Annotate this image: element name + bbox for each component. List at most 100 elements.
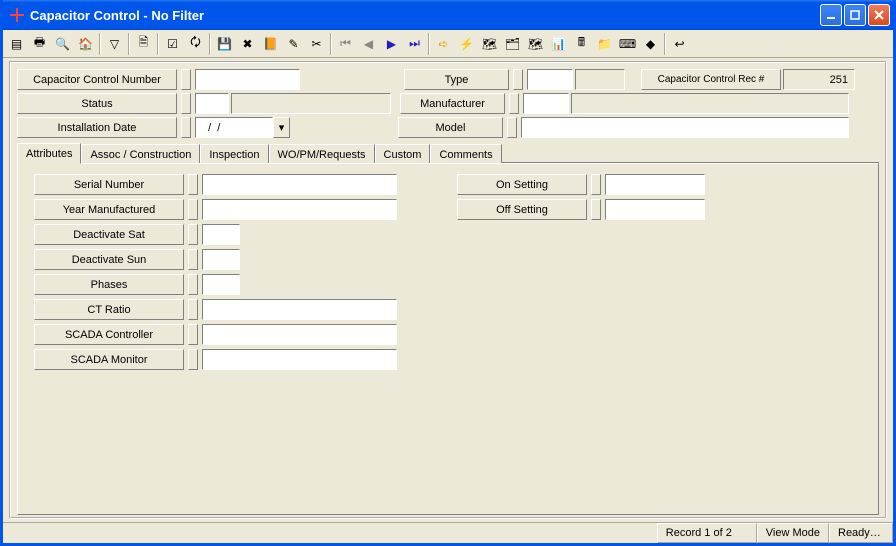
- display-type-name: [575, 69, 625, 90]
- label-phases: Phases: [34, 274, 184, 295]
- tab-comments[interactable]: Comments: [430, 144, 501, 164]
- toolbar-home-dd-icon[interactable]: 🏠: [74, 33, 97, 55]
- status-mode: View Mode: [757, 523, 829, 543]
- close-button[interactable]: [868, 4, 890, 26]
- input-scada-controller[interactable]: [202, 324, 397, 345]
- toolbar-map2-icon[interactable]: 🗺: [524, 33, 547, 55]
- input-scada-monitor[interactable]: [202, 349, 397, 370]
- tab-custom[interactable]: Custom: [375, 144, 431, 164]
- toolbar-cut-icon[interactable]: ✂: [305, 33, 328, 55]
- toolbar-form-icon[interactable]: ☑: [161, 33, 184, 55]
- input-serial-number[interactable]: [202, 174, 397, 195]
- lookup-button[interactable]: [188, 274, 198, 295]
- toolbar-help-icon[interactable]: ◆: [639, 33, 662, 55]
- input-year-manufactured[interactable]: [202, 199, 397, 220]
- main-frame: Capacitor Control Number Type Capacitor …: [9, 61, 887, 519]
- label-status: Status: [17, 93, 177, 114]
- input-capacitor-control-number[interactable]: [195, 69, 300, 90]
- toolbar-refresh-icon[interactable]: 🗘: [184, 33, 207, 55]
- lookup-button[interactable]: [181, 117, 191, 138]
- titlebar: Capacitor Control - No Filter: [3, 0, 893, 30]
- maximize-button[interactable]: [844, 4, 866, 26]
- toolbar-goto-icon[interactable]: ➪: [432, 33, 455, 55]
- toolbar-page-dd-icon[interactable]: 🗎: [132, 33, 155, 55]
- input-status-code[interactable]: [195, 93, 229, 114]
- lookup-button[interactable]: [181, 93, 191, 114]
- lookup-button[interactable]: [509, 93, 519, 114]
- toolbar-chart-icon[interactable]: 📊: [547, 33, 570, 55]
- toolbar-map1-icon[interactable]: 🗺: [478, 33, 501, 55]
- input-installation-date[interactable]: ▾: [195, 117, 290, 138]
- lookup-button[interactable]: [188, 199, 198, 220]
- input-manufacturer-code[interactable]: [523, 93, 569, 114]
- toolbar-prev-icon[interactable]: ◀: [357, 33, 380, 55]
- lookup-button[interactable]: [591, 174, 601, 195]
- label-model: Model: [398, 117, 503, 138]
- toolbar-calc-icon[interactable]: 🖩: [570, 33, 593, 55]
- tab-pane-attributes: Serial Number Year Manufactured Deactiva…: [17, 163, 879, 515]
- label-on-setting: On Setting: [457, 174, 587, 195]
- app-icon: [9, 7, 25, 23]
- input-off-setting[interactable]: [605, 199, 705, 220]
- toolbar-delete-icon[interactable]: ✖: [236, 33, 259, 55]
- lookup-button[interactable]: [188, 349, 198, 370]
- label-scada-monitor: SCADA Monitor: [34, 349, 184, 370]
- input-deactivate-sun[interactable]: [202, 249, 240, 270]
- window-title: Capacitor Control - No Filter: [30, 8, 820, 23]
- input-ct-ratio[interactable]: [202, 299, 397, 320]
- lookup-button[interactable]: [591, 199, 601, 220]
- status-ready: Ready…: [829, 523, 893, 543]
- title-buttons: [820, 4, 890, 26]
- lookup-button[interactable]: [188, 249, 198, 270]
- input-phases[interactable]: [202, 274, 240, 295]
- label-deactivate-sun: Deactivate Sun: [34, 249, 184, 270]
- minimize-button[interactable]: [820, 4, 842, 26]
- toolbar-book-icon[interactable]: 📙: [259, 33, 282, 55]
- status-record: Record 1 of 2: [657, 523, 757, 543]
- display-manufacturer-name: [571, 93, 849, 114]
- input-on-setting[interactable]: [605, 174, 705, 195]
- label-installation-date: Installation Date: [17, 117, 177, 138]
- client-area: Capacitor Control Number Type Capacitor …: [3, 58, 893, 522]
- label-year-manufactured: Year Manufactured: [34, 199, 184, 220]
- label-scada-controller: SCADA Controller: [34, 324, 184, 345]
- label-capacitor-control-number: Capacitor Control Number: [17, 69, 177, 90]
- toolbar-print-icon[interactable]: 🖶: [28, 33, 51, 55]
- label-deactivate-sat: Deactivate Sat: [34, 224, 184, 245]
- toolbar-flash-icon[interactable]: ⚡: [455, 33, 478, 55]
- lookup-button[interactable]: [188, 324, 198, 345]
- toolbar-save-icon[interactable]: 💾: [213, 33, 236, 55]
- lookup-button[interactable]: [188, 299, 198, 320]
- toolbar-grid-icon[interactable]: ▤: [5, 33, 28, 55]
- statusbar: Record 1 of 2 View Mode Ready…: [3, 522, 893, 543]
- toolbar-tree-icon[interactable]: 🗂: [501, 33, 524, 55]
- lookup-button[interactable]: [188, 224, 198, 245]
- tab-assoc-construction[interactable]: Assoc / Construction: [81, 144, 200, 164]
- toolbar-next-icon[interactable]: ▶: [380, 33, 403, 55]
- app-window: Capacitor Control - No Filter ▤ 🖶 🔍 🏠 ▽ …: [0, 0, 896, 546]
- display-status-name: [231, 93, 391, 114]
- input-type-code[interactable]: [527, 69, 573, 90]
- toolbar-search-icon[interactable]: 🔍: [51, 33, 74, 55]
- tab-inspection[interactable]: Inspection: [200, 144, 268, 164]
- label-type: Type: [404, 69, 509, 90]
- chevron-down-icon[interactable]: ▾: [273, 117, 290, 138]
- toolbar-edit-icon[interactable]: ✎: [282, 33, 305, 55]
- toolbar: ▤ 🖶 🔍 🏠 ▽ 🗎 ☑ 🗘 💾 ✖ 📙 ✎ ✂ ⏮ ◀ ▶ ⏭ ➪ ⚡ 🗺 …: [3, 30, 893, 58]
- toolbar-folder-icon[interactable]: 📁: [593, 33, 616, 55]
- tab-wo-pm-requests[interactable]: WO/PM/Requests: [269, 144, 375, 164]
- lookup-button[interactable]: [507, 117, 517, 138]
- toolbar-exit-icon[interactable]: ↩: [668, 33, 691, 55]
- toolbar-last-icon[interactable]: ⏭: [403, 33, 426, 55]
- tab-attributes[interactable]: Attributes: [17, 143, 81, 164]
- toolbar-keyboard-icon[interactable]: ⌨: [616, 33, 639, 55]
- lookup-button[interactable]: [188, 174, 198, 195]
- input-model[interactable]: [521, 117, 849, 138]
- toolbar-first-icon[interactable]: ⏮: [334, 33, 357, 55]
- value-rec-number: 251: [783, 69, 855, 90]
- lookup-button[interactable]: [513, 69, 523, 90]
- toolbar-filter-icon[interactable]: ▽: [103, 33, 126, 55]
- lookup-button[interactable]: [181, 69, 191, 90]
- label-off-setting: Off Setting: [457, 199, 587, 220]
- input-deactivate-sat[interactable]: [202, 224, 240, 245]
